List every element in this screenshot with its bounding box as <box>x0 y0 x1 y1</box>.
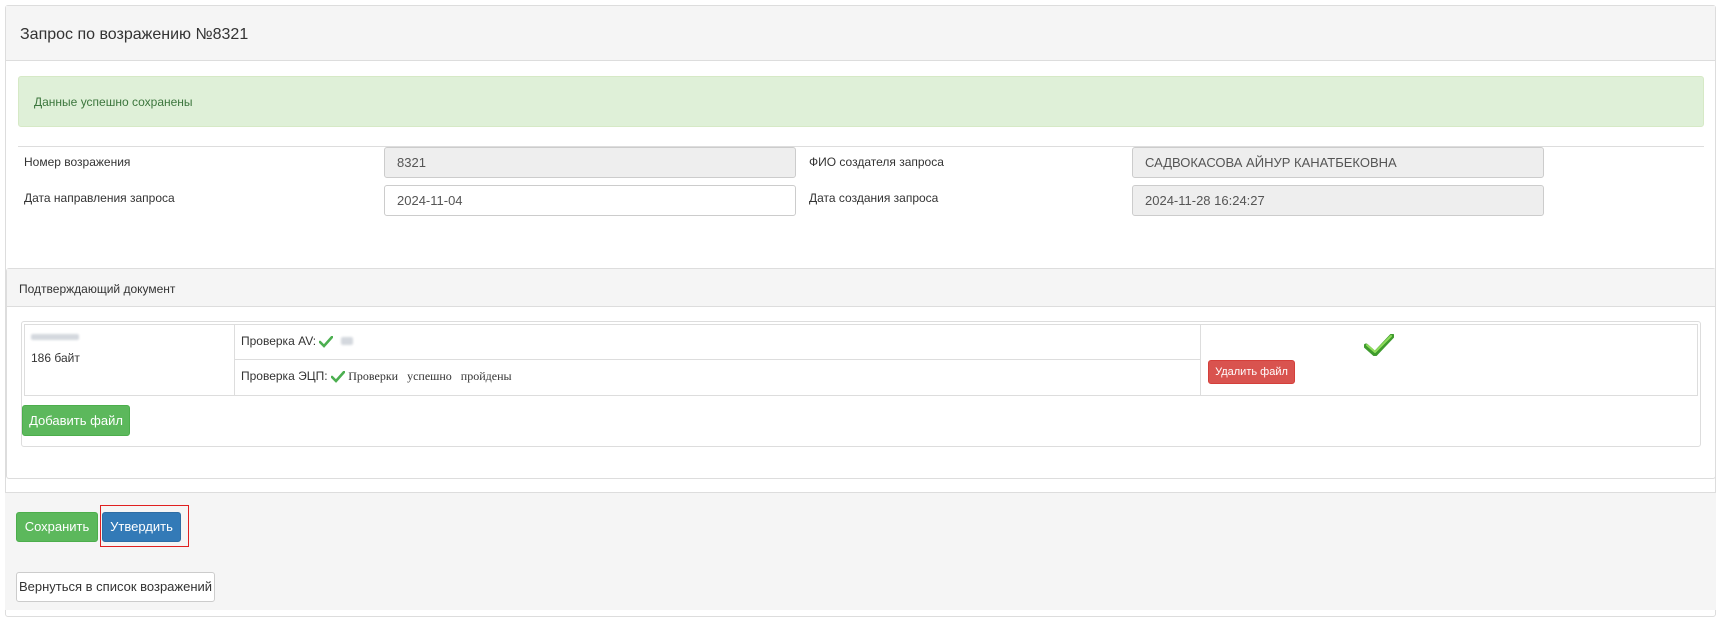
file-actions-cell: Удалить файл <box>1201 325 1697 395</box>
file-size: 186 байт <box>31 351 80 365</box>
back-to-list-button[interactable]: Вернуться в список возражений <box>16 572 215 602</box>
objection-number-label: Номер возражения <box>24 155 131 169</box>
file-name-link[interactable] <box>31 334 79 340</box>
check-icon <box>330 370 345 383</box>
created-date-field[interactable]: 2024-11-28 16:24:27 <box>1132 185 1544 216</box>
form-footer: Сохранить Утвердить Вернуться в список в… <box>5 492 1716 610</box>
objection-number-field[interactable]: 8321 <box>384 147 796 178</box>
send-date-label: Дата направления запроса <box>24 191 175 205</box>
creator-field[interactable]: САДВОКАСОВА АЙНУР КАНАТБЕКОВНА <box>1132 147 1544 178</box>
add-file-button[interactable]: Добавить файл <box>22 405 130 436</box>
delete-file-button[interactable]: Удалить файл <box>1208 360 1295 384</box>
av-check-label: Проверка AV: <box>241 334 317 348</box>
eds-check-label: Проверка ЭЦП: <box>241 369 328 383</box>
created-date-label: Дата создания запроса <box>809 191 939 205</box>
check-icon <box>319 335 334 348</box>
supporting-document-heading: Подтверждающий документ <box>7 269 1715 307</box>
eds-check-row: Проверка ЭЦП: Проверки успешно пройдены <box>235 360 1201 395</box>
approve-button[interactable]: Утвердить <box>102 512 181 542</box>
document-box: 186 байт Проверка AV: Проверка ЭЦП: Пров… <box>21 321 1701 447</box>
check-icon <box>1364 334 1394 356</box>
av-check-row: Проверка AV: <box>235 325 1201 360</box>
av-check-detail <box>340 337 353 345</box>
file-info-cell: 186 байт <box>25 325 235 395</box>
page-title: Запрос по возражению №8321 <box>6 6 1715 61</box>
supporting-document-panel: Подтверждающий документ 186 байт Проверк… <box>6 268 1716 479</box>
creator-label: ФИО создателя запроса <box>809 155 944 169</box>
save-button[interactable]: Сохранить <box>16 512 98 542</box>
success-alert: Данные успешно сохранены <box>18 76 1704 127</box>
send-date-field[interactable]: 2024-11-04 <box>384 185 796 216</box>
file-table: 186 байт Проверка AV: Проверка ЭЦП: Пров… <box>24 324 1698 396</box>
eds-check-result: Проверки успешно пройдены <box>348 369 512 383</box>
request-form: Номер возражения 8321 ФИО создателя запр… <box>18 146 1704 246</box>
